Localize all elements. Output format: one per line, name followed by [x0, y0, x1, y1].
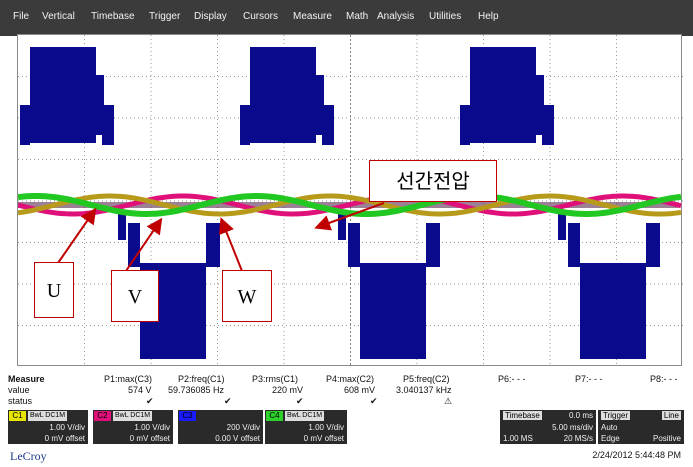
channel-c4-bw: BwL DC1M	[285, 411, 325, 421]
trigger-slope: Positive	[652, 434, 681, 443]
timebase-box[interactable]: Timebase 0.0 ms 5.00 ms/div 1.00 MS 20 M…	[500, 410, 596, 444]
channel-c4-tag: C4	[266, 411, 283, 421]
pwm-block	[360, 263, 426, 359]
channel-c3-box[interactable]: C3 200 V/div 0.00 V offset	[178, 410, 263, 444]
param-p3-value: 220 mV	[272, 385, 304, 395]
channel-c3-scale: 200 V/div	[226, 423, 260, 432]
measure-status-label: status	[8, 396, 33, 406]
pwm-block	[542, 105, 554, 145]
pwm-block	[348, 223, 360, 267]
param-p1-name[interactable]: P1:max(C3)	[104, 374, 152, 384]
param-p3-status: ✔	[296, 396, 304, 406]
pwm-block	[580, 263, 646, 359]
timebase-delay: 0.0 ms	[568, 411, 593, 420]
pwm-block	[568, 223, 580, 267]
trigger-type: Edge	[601, 434, 620, 443]
channel-c4-box[interactable]: C4 BwL DC1M 1.00 V/div 0 mV offset	[265, 410, 347, 444]
param-p2-status: ✔	[224, 396, 232, 406]
lecroy-logo: LeCroy	[10, 449, 47, 463]
param-p1-status: ✔	[146, 396, 154, 406]
channel-c2-scale: 1.00 V/div	[134, 423, 170, 432]
pwm-block	[20, 105, 30, 145]
channel-c4-scale: 1.00 V/div	[308, 423, 344, 432]
callout-u: U	[34, 262, 74, 318]
channel-c2-offset: 0 mV offset	[129, 434, 170, 443]
channel-c3-tag: C3	[179, 411, 196, 421]
timebase-rate: 20 MS/s	[563, 434, 593, 443]
channel-c1-box[interactable]: C1 BwL DC1M 1.00 V/div 0 mV offset	[8, 410, 88, 444]
trigger-box[interactable]: Trigger Line Auto Edge Positive	[598, 410, 684, 444]
pwm-block	[250, 47, 316, 143]
menu-utilities[interactable]: Utilities	[429, 11, 461, 22]
pwm-block	[426, 223, 440, 267]
pwm-block	[646, 223, 660, 267]
menu-timebase[interactable]: Timebase	[91, 11, 135, 22]
menu-bar: File Vertical Timebase Trigger Display C…	[0, 0, 693, 36]
pwm-block	[30, 47, 96, 143]
measure-panel: Measure value status P1:max(C3) 574 V ✔ …	[0, 372, 693, 410]
param-p4-status: ✔	[370, 396, 378, 406]
param-p2-name[interactable]: P2:freq(C1)	[178, 374, 225, 384]
param-p2-value: 59.736085 Hz	[168, 385, 225, 395]
param-p5-name[interactable]: P5:freq(C2)	[403, 374, 450, 384]
menu-vertical[interactable]: Vertical	[42, 11, 75, 22]
channel-c1-tag: C1	[9, 411, 26, 421]
channel-c3-offset: 0.00 V offset	[215, 434, 260, 443]
trigger-mode: Auto	[601, 423, 618, 432]
param-p5-status: ⚠	[444, 396, 453, 406]
pwm-block	[240, 105, 250, 145]
menu-math[interactable]: Math	[346, 11, 368, 22]
timebase-title: Timebase	[503, 411, 542, 420]
menu-analysis[interactable]: Analysis	[377, 11, 414, 22]
arrow-u	[57, 207, 97, 264]
menu-cursors[interactable]: Cursors	[243, 11, 278, 22]
param-p6-name[interactable]: P6:- - -	[498, 374, 526, 384]
timebase-samples: 1.00 MS	[503, 434, 533, 443]
arrow-w	[219, 217, 243, 272]
param-p8-name[interactable]: P8:- - -	[650, 374, 678, 384]
pwm-block	[322, 105, 334, 145]
channel-c1-offset: 0 mV offset	[44, 434, 85, 443]
pwm-block	[206, 223, 220, 267]
pwm-block	[460, 105, 470, 145]
channel-c2-box[interactable]: C2 BwL DC1M 1.00 V/div 0 mV offset	[93, 410, 173, 444]
measure-value-label: value	[8, 385, 30, 395]
pwm-block	[102, 105, 114, 145]
trigger-mode-badge: Line	[661, 411, 681, 420]
trigger-title: Trigger	[601, 411, 631, 420]
callout-v: V	[111, 270, 159, 322]
param-p1-value: 574 V	[128, 385, 152, 395]
timebase-tdiv: 5.00 ms/div	[552, 423, 593, 432]
channel-c4-offset: 0 mV offset	[303, 434, 344, 443]
channel-c2-bw: BwL DC1M	[113, 411, 153, 421]
menu-file[interactable]: File	[13, 11, 29, 22]
menu-help[interactable]: Help	[478, 11, 499, 22]
param-p4-name[interactable]: P4:max(C2)	[326, 374, 374, 384]
param-p4-value: 608 mV	[344, 385, 376, 395]
channel-c1-bw: BwL DC1M	[28, 411, 68, 421]
param-p3-name[interactable]: P3:rms(C1)	[252, 374, 298, 384]
pwm-block	[470, 47, 536, 143]
menu-trigger[interactable]: Trigger	[149, 11, 180, 22]
date-time: 2/24/2012 5:44:48 PM	[592, 450, 681, 460]
callout-line-voltage: 선간전압	[369, 160, 497, 202]
channel-c2-tag: C2	[94, 411, 111, 421]
menu-measure[interactable]: Measure	[293, 11, 332, 22]
menu-display[interactable]: Display	[194, 11, 227, 22]
measure-title: Measure	[8, 374, 45, 384]
param-p7-name[interactable]: P7:- - -	[575, 374, 603, 384]
callout-w: W	[222, 270, 272, 322]
channel-c1-scale: 1.00 V/div	[49, 423, 85, 432]
param-p5-value: 3.040137 kHz	[396, 385, 452, 395]
